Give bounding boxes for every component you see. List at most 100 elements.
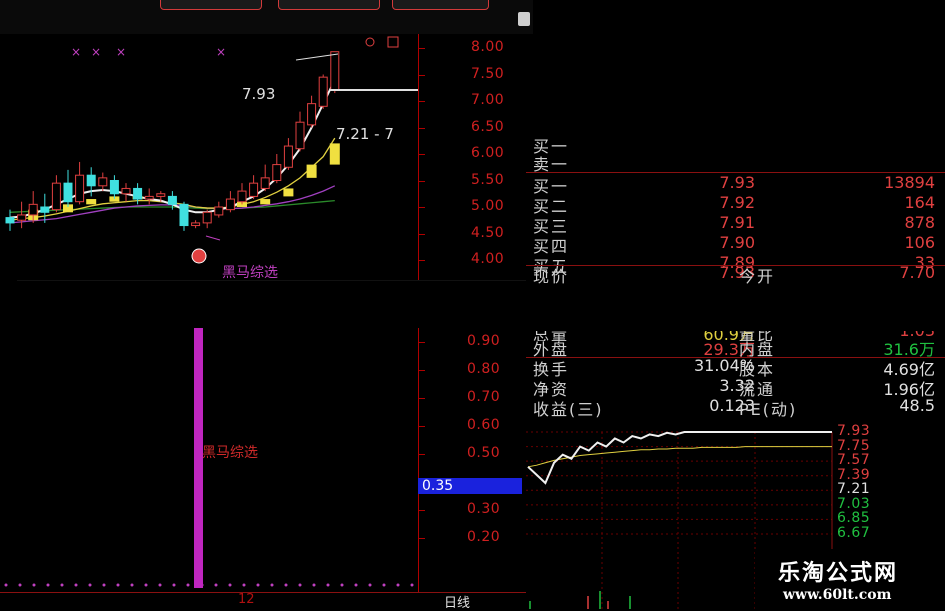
candle-body [214, 206, 224, 216]
indicator-tick-label: 0.30 [467, 501, 501, 517]
baseline-dot [32, 583, 36, 587]
candle-body [28, 203, 38, 216]
candle-body [17, 214, 27, 221]
indicator-tick-mark [419, 454, 425, 455]
volume-block [329, 143, 340, 165]
candle-body [75, 174, 85, 203]
baseline-dot [186, 583, 190, 587]
baseline-dot [396, 583, 400, 587]
candle-body [63, 182, 73, 203]
candle-body [121, 187, 131, 195]
candle-body [156, 193, 166, 197]
baseline-dot [354, 583, 358, 587]
candle-body [295, 121, 305, 150]
toolbar-tab[interactable] [278, 0, 380, 10]
baseline-dot [270, 583, 274, 587]
cycle-label[interactable]: 日线 [444, 592, 470, 611]
marker-x: × [216, 45, 226, 59]
baseline-dot [256, 583, 260, 587]
price-tick-mark [419, 260, 425, 261]
baseline-dot [74, 583, 78, 587]
price-tick-label: 5.50 [471, 171, 505, 188]
candle-body [260, 177, 270, 189]
candle-body [133, 187, 143, 200]
baseline-dot [410, 583, 414, 587]
baseline-dot [46, 583, 50, 587]
quote-row-bid: 买一 7.93 13894 [526, 173, 945, 196]
quote-label-2: 今开 [739, 267, 776, 286]
indicator-current-value: 0.35 [418, 478, 522, 494]
quote-volume: 878 [904, 213, 935, 232]
quote-price: 7.91 [719, 213, 755, 232]
indicator-tick-label: 0.80 [467, 361, 501, 377]
quote-price: 7.90 [719, 233, 755, 252]
indicator-tick-mark [419, 426, 425, 427]
quote-row-partial: 买一 [526, 133, 945, 156]
indicator-axis: 0.90 0.80 0.70 0.60 0.50 0.30 0.20 [418, 328, 527, 592]
price-tick-label: 4.50 [471, 224, 505, 241]
indicator-tick-label: 0.50 [467, 445, 501, 461]
marker-x: × [116, 45, 126, 59]
quote-row-bid: 买四 7.90 106 [526, 233, 945, 256]
price-tick-label: 6.00 [471, 145, 505, 161]
indicator-tick-label: 0.60 [467, 417, 501, 433]
volume-block [283, 188, 294, 197]
price-tick-mark [419, 207, 425, 208]
indicator-tick-mark [419, 370, 425, 371]
candle-body [109, 180, 119, 195]
baseline-dot [312, 583, 316, 587]
price-tick-label: 7.50 [471, 65, 505, 82]
candle-body [5, 217, 15, 224]
signal-label: 黑马综选 [222, 265, 278, 281]
candle-body [237, 190, 247, 203]
circle-icon [365, 37, 375, 47]
candle-body [249, 182, 259, 197]
baseline-dot [242, 583, 246, 587]
baseline-dot [4, 583, 8, 587]
signal-ball-icon [191, 248, 207, 264]
indicator-label: 黑马综选 [202, 445, 258, 461]
toolbar-strip [0, 0, 533, 34]
window-control-icon[interactable] [518, 12, 530, 26]
price-axis: 8.00 7.50 7.00 6.50 6.00 5.50 5.00 4.50 4.00 [418, 34, 527, 280]
baseline-dot [116, 583, 120, 587]
watermark: 乐淘公式网 www.60lt.com [755, 549, 945, 609]
quote-label: 现价 [533, 267, 570, 286]
watermark-title: 乐淘公式网 [778, 561, 899, 586]
price-tick-label: 5.00 [471, 198, 505, 214]
price-tick-mark [419, 127, 425, 129]
baseline-dot [340, 583, 344, 587]
candle-body [202, 211, 212, 224]
marker-x: × [71, 45, 81, 59]
high-price-label: 7.93 [242, 85, 276, 103]
quote-price: 7.93 [719, 173, 755, 192]
baseline-dot [158, 583, 162, 587]
candle-body [283, 145, 293, 168]
watermark-url: www.60lt.com [783, 587, 892, 603]
empty-area [533, 0, 945, 140]
date-label: 12 [238, 592, 255, 607]
baseline-dot [60, 583, 64, 587]
quote-panel: 买一 卖一 买一 7.93 13894 买二 7.92 164 买三 7.91 878 买四 7.90 1… [526, 137, 945, 419]
indicator-tick-mark [419, 538, 425, 539]
candle-body [167, 195, 177, 205]
kline-chart[interactable]: × × × × 7.93 7.21 - 7 黑马综选 [0, 34, 418, 281]
baseline-dot [18, 583, 22, 587]
signal-pointer [205, 235, 221, 241]
toolbar-tab[interactable] [392, 0, 489, 10]
quote-row-current: 现价 7.93 今开 7.70 [526, 263, 945, 286]
candle-body [330, 51, 340, 91]
baseline-dot [214, 583, 218, 587]
quote-value-2: 7.70 [899, 263, 935, 282]
quote-row-ask: 卖一 [526, 151, 945, 174]
baseline-dot [284, 583, 288, 587]
price-tick-mark [419, 48, 425, 49]
toolbar-tab[interactable] [160, 0, 262, 10]
quote-volume: 106 [904, 233, 935, 252]
baseline-dot [88, 583, 92, 587]
price-tick-mark [419, 101, 425, 102]
candle-body [318, 76, 328, 107]
candle-body [98, 177, 108, 187]
candle-body [272, 164, 282, 182]
price-tick-mark [419, 74, 425, 76]
